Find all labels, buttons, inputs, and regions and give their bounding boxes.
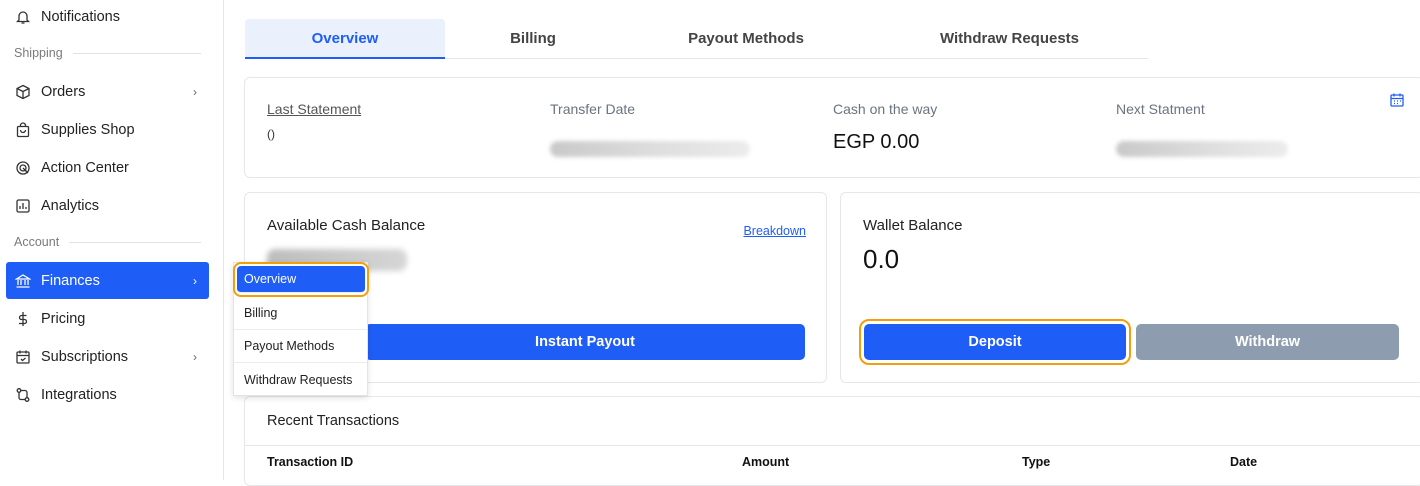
next-statement-value-blurred [1116, 141, 1288, 157]
calendar-icon[interactable] [1389, 92, 1405, 108]
sidebar-item-label: Orders [41, 83, 86, 100]
chevron-right-icon: › [193, 349, 197, 364]
cash-on-the-way: Cash on the way EGP 0.00 [833, 101, 937, 154]
statement-card: Last Statement () Transfer Date Cash on … [244, 77, 1420, 178]
column-header-type[interactable]: Type [1022, 455, 1050, 469]
chart-icon [15, 198, 31, 214]
wallet-balance-title: Wallet Balance [863, 217, 963, 234]
recent-transactions-card: Recent Transactions Transaction ID Amoun… [244, 396, 1420, 486]
next-statement-label: Next Statment [1116, 101, 1205, 117]
sidebar-item-label: Finances [41, 272, 100, 289]
next-statement: Next Statment [1116, 101, 1288, 162]
radar-icon [15, 160, 31, 176]
sidebar-item-action-center[interactable]: Action Center [6, 149, 209, 186]
tab-bar: Overview Billing Payout Methods Withdraw… [245, 19, 1148, 59]
column-header-transaction-id[interactable]: Transaction ID [267, 455, 353, 469]
column-header-amount[interactable]: Amount [742, 455, 789, 469]
submenu-item-overview[interactable]: Overview [233, 262, 369, 297]
submenu-item-withdraw-requests[interactable]: Withdraw Requests [234, 363, 367, 396]
sidebar-item-label: Analytics [41, 197, 100, 214]
cash-on-way-label: Cash on the way [833, 101, 938, 117]
available-cash-title: Available Cash Balance [267, 217, 426, 234]
transfer-date-value-blurred [550, 141, 750, 157]
sidebar-item-notifications[interactable]: Notifications [6, 0, 209, 34]
sidebar-item-orders[interactable]: Orders › [6, 73, 209, 110]
section-shipping: Shipping [14, 46, 201, 60]
transfer-date: Transfer Date [550, 101, 750, 162]
sidebar-item-integrations[interactable]: Integrations [6, 376, 209, 413]
cash-on-way-value: EGP 0.00 [833, 131, 920, 153]
sidebar-item-supplies-shop[interactable]: Supplies Shop [6, 111, 209, 148]
calendar-check-icon [15, 349, 31, 365]
box-icon [15, 84, 31, 100]
transfer-date-label: Transfer Date [550, 101, 636, 117]
tab-payout-methods[interactable]: Payout Methods [621, 19, 871, 58]
tab-withdraw-requests[interactable]: Withdraw Requests [871, 19, 1148, 58]
finances-submenu: Overview Billing Payout Methods Withdraw… [233, 262, 369, 396]
instant-payout-button[interactable]: Instant Payout [365, 324, 805, 360]
sidebar-item-label: Supplies Shop [41, 121, 135, 138]
sidebar-item-label: Notifications [41, 9, 120, 25]
last-statement-link[interactable]: Last Statement [267, 101, 361, 117]
sidebar-item-subscriptions[interactable]: Subscriptions › [6, 338, 209, 375]
breakdown-link[interactable]: Breakdown [743, 224, 806, 238]
last-statement: Last Statement () [267, 101, 361, 141]
sidebar-item-pricing[interactable]: Pricing [6, 300, 209, 337]
tab-overview[interactable]: Overview [245, 19, 445, 59]
wallet-balance-value: 0.0 [863, 244, 900, 274]
sidebar-item-finances[interactable]: Finances › [6, 262, 209, 299]
bank-icon [15, 273, 31, 289]
chevron-right-icon: › [193, 84, 197, 99]
sidebar-item-label: Action Center [41, 159, 129, 176]
sidebar-item-label: Pricing [41, 310, 86, 327]
sidebar-item-label: Subscriptions [41, 348, 129, 365]
submenu-item-payout-methods[interactable]: Payout Methods [234, 330, 367, 363]
tab-billing[interactable]: Billing [445, 19, 621, 58]
chevron-right-icon: › [193, 273, 197, 288]
dollar-icon [15, 311, 31, 327]
sidebar: Notifications Shipping Orders › Supplies… [0, 0, 224, 480]
sidebar-item-analytics[interactable]: Analytics [6, 187, 209, 224]
last-statement-value: () [267, 127, 275, 141]
shopping-bag-icon [15, 121, 31, 138]
bell-icon [15, 9, 31, 25]
wallet-balance-card: Wallet Balance 0.0 Deposit Withdraw [840, 192, 1420, 383]
withdraw-button[interactable]: Withdraw [1136, 324, 1399, 360]
recent-transactions-title: Recent Transactions [267, 413, 400, 429]
section-account: Account [14, 235, 201, 249]
sidebar-item-label: Integrations [41, 386, 117, 403]
deposit-button[interactable]: Deposit [859, 319, 1131, 365]
submenu-item-billing[interactable]: Billing [234, 297, 367, 330]
divider [245, 445, 1420, 446]
integrations-icon [15, 387, 31, 403]
column-header-date[interactable]: Date [1230, 455, 1257, 469]
